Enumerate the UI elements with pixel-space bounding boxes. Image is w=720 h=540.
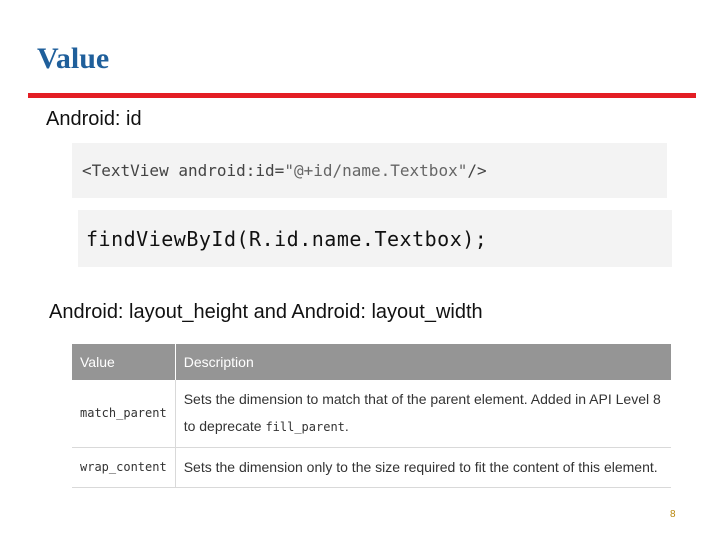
code-snippet-textview: <TextView android:id= "@+id/name.Textbox"… [72,143,667,198]
column-header-description: Description [175,344,671,380]
column-header-value: Value [72,344,176,380]
cell-description: Sets the dimension only to the size requ… [175,447,671,488]
code-tag: <TextView [82,161,169,180]
code-string: "@+id/name.Textbox" [284,161,468,180]
table-row: wrap_content Sets the dimension only to … [72,447,671,488]
table-row: match_parent Sets the dimension to match… [72,380,671,448]
heading-android-id: Android: id [46,108,142,130]
description-code: fill_parent [265,420,345,434]
description-text: Sets the dimension to match that of the … [183,391,661,434]
code-close: /> [467,161,487,180]
code-find-view: findViewById(R.id.name.Textbox); [86,226,488,251]
code-attribute: android:id= [178,161,285,180]
slide-title: Value [37,42,110,75]
title-divider [28,93,696,98]
attribute-table: Value Description match_parent Sets the … [72,344,671,488]
cell-description: Sets the dimension to match that of the … [175,380,671,448]
cell-value: match_parent [72,380,176,448]
page-number: 8 [670,509,676,520]
table-header-row: Value Description [72,344,671,380]
code-snippet-findviewbyid: findViewById(R.id.name.Textbox); [78,210,672,267]
heading-layout-size: Android: layout_height and Android: layo… [49,301,483,323]
cell-value: wrap_content [72,447,176,488]
description-tail: . [344,418,349,434]
